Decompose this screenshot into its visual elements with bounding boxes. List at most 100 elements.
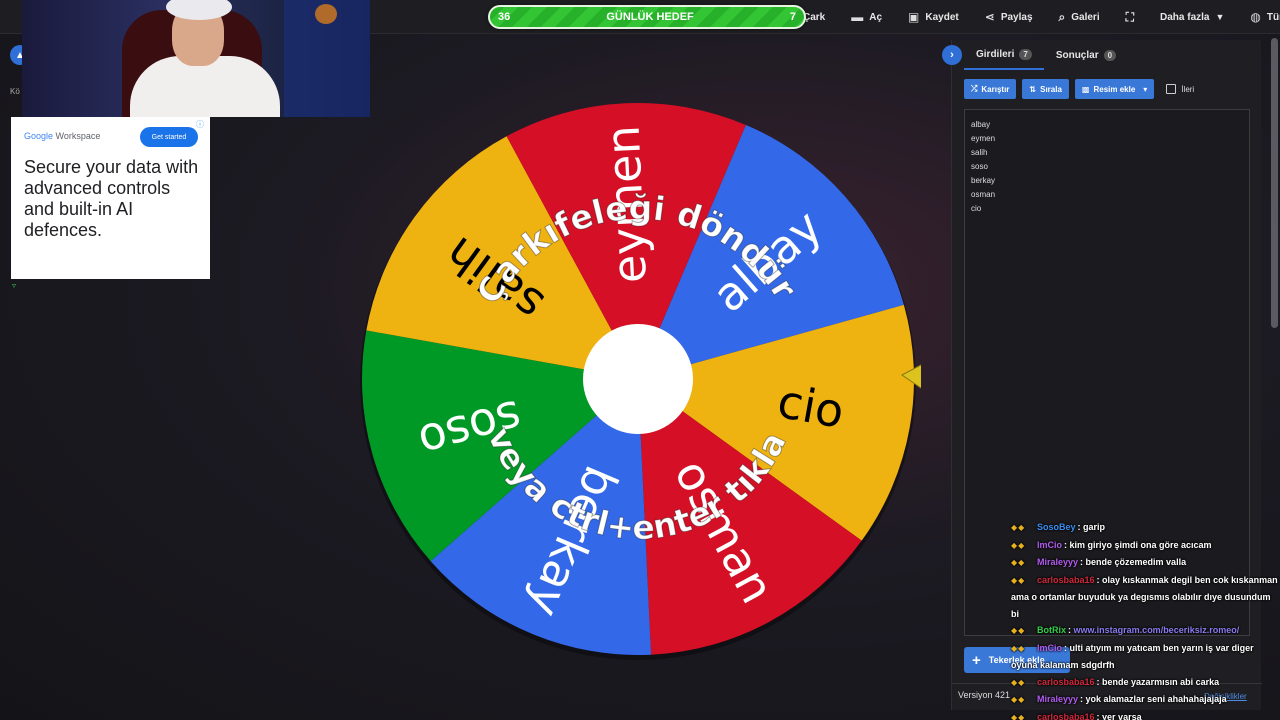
nav-label: Türkçe xyxy=(1266,11,1280,23)
advertisement[interactable]: ⓘ Google Workspace Get started Secure yo… xyxy=(11,117,210,279)
chat-username[interactable]: ImCio xyxy=(1037,540,1062,550)
nav-galeri-button[interactable]: ⌕ Galeri xyxy=(1046,0,1113,34)
chat-text: bende çözemedim valla xyxy=(1085,557,1187,567)
chat-message: ◆◆ BotRix: www.instagram.com/beceriksiz.r… xyxy=(1011,622,1280,640)
chevron-down-icon: ▾ xyxy=(1143,84,1148,94)
entry-line: soso xyxy=(971,162,988,171)
guitar-decoration xyxy=(315,4,337,24)
advanced-label: İleri xyxy=(1181,84,1195,94)
chat-badges-icon: ◆◆ xyxy=(1011,643,1026,653)
chat-badges-icon: ◆◆ xyxy=(1011,540,1026,550)
chat-badges-icon: ◆◆ xyxy=(1011,575,1026,585)
chat-message: ◆◆ carlosbaba16: yer varsa xyxy=(1011,709,1280,720)
chat-message: ◆◆ carlosbaba16: bende yazarmısın abi car… xyxy=(1011,674,1280,692)
add-image-label: Resim ekle xyxy=(1093,84,1136,94)
stream-chat-overlay: ◆◆ SosoBey: garip ◆◆ ImCio: kim giriyo şimd… xyxy=(1011,519,1280,720)
nav-fullscreen-button[interactable]: ⛶ xyxy=(1113,0,1147,34)
chat-username[interactable]: ImCio xyxy=(1037,643,1062,653)
ad-info-icon[interactable]: ⓘ xyxy=(196,119,204,130)
fullscreen-icon: ⛶ xyxy=(1125,9,1135,24)
sort-icon: ⇅ xyxy=(1029,84,1037,94)
chat-text: yer varsa xyxy=(1102,711,1142,720)
nav-label: Çark xyxy=(803,11,826,23)
ad-brand-product: Workspace xyxy=(55,131,101,141)
plus-icon: + xyxy=(972,651,981,669)
tab-entries[interactable]: Girdileri 7 xyxy=(964,40,1044,70)
nav-daha-fazla-button[interactable]: Daha fazla ▼ xyxy=(1147,0,1237,34)
goal-label: GÜNLÜK HEDEF xyxy=(606,11,694,23)
search-icon: ⌕ xyxy=(1058,9,1066,24)
left-fragment: Kö xyxy=(10,87,20,96)
shuffle-label: Karıştır xyxy=(981,84,1010,94)
chat-message: ◆◆ ImCio: kim giriyo şimdi ona göre acıca… xyxy=(1011,537,1280,555)
goal-current: 36 xyxy=(498,11,511,23)
chat-link[interactable]: www.instagram.com/beceriksiz.romeo/ xyxy=(1074,625,1240,635)
nav-label: Daha fazla xyxy=(1160,11,1210,23)
advanced-checkbox[interactable]: İleri xyxy=(1166,84,1194,94)
tab-results-label: Sonuçlar xyxy=(1055,49,1099,61)
shuffle-icon: ⤮ xyxy=(971,84,978,93)
ad-brand: Google Workspace xyxy=(24,131,100,141)
wheel-label-cio: cio xyxy=(774,374,849,439)
chat-username[interactable]: Miraleyyy xyxy=(1037,694,1078,704)
tab-results-count: 0 xyxy=(1103,49,1117,61)
spin-wheel[interactable]: albay cio osman berkay soso salih eymen Çarkıfe… xyxy=(355,96,921,662)
nav-aç-button[interactable]: ▬ Aç xyxy=(838,0,895,34)
share-icon: ⋖ xyxy=(984,10,995,24)
nav-label: Paylaş xyxy=(1000,11,1033,23)
chat-text: garip xyxy=(1083,522,1106,532)
globe-icon: ◍ xyxy=(1250,10,1261,24)
nav-label: Aç xyxy=(869,11,883,23)
chat-text: yok alamazlar seni ahahahajajaja xyxy=(1085,694,1227,704)
ad-brand-google: Google xyxy=(24,131,54,141)
tab-entries-count: 7 xyxy=(1019,48,1032,60)
webcam-overlay xyxy=(22,0,370,117)
chat-username[interactable]: carlosbaba16 xyxy=(1037,712,1095,720)
nav-paylaş-button[interactable]: ⋖ Paylaş xyxy=(972,0,1046,34)
entry-line: eymen xyxy=(971,134,996,143)
goal-target: 7 xyxy=(789,11,796,23)
ad-headline: Secure your data with advanced controls … xyxy=(24,157,199,240)
chat-text: kim giriyo şimdi ona göre acıcam xyxy=(1069,539,1212,550)
sort-label: Sırala xyxy=(1040,84,1062,94)
entries-controls: ⤮ Karıştır ⇅ Sırala ▩ Resim ekle ▾ İleri xyxy=(964,79,1194,99)
chat-message: ◆◆ SosoBey: garip xyxy=(1011,519,1280,537)
nav-çark-button[interactable]: Çark xyxy=(803,0,838,34)
entry-line: salih xyxy=(971,148,988,157)
folder-icon: ▬ xyxy=(851,10,864,24)
chat-badges-icon: ◆◆ xyxy=(1011,558,1026,567)
shuffle-button[interactable]: ⤮ Karıştır xyxy=(964,79,1017,99)
version-label: Versiyon 421 xyxy=(958,690,1011,700)
chat-badges-icon: ◆◆ xyxy=(1011,626,1026,635)
chat-message: ◆◆ Miraleyyy: yok alamazlar seni ahahahaj… xyxy=(1011,691,1280,709)
sort-button[interactable]: ⇅ Sırala xyxy=(1022,79,1069,99)
wheel-svg[interactable]: albaycioosmanberkaysososalih eymenÇarkıfe… xyxy=(355,96,921,662)
nav-kaydet-button[interactable]: ▣ Kaydet xyxy=(895,0,972,34)
chat-badges-icon: ◆◆ xyxy=(1011,677,1026,687)
tab-entries-label: Girdileri xyxy=(976,48,1015,60)
nav-label: Kaydet xyxy=(925,11,959,23)
panel-tabs: Girdileri 7 Sonuçlar 0 xyxy=(952,40,1128,70)
chevron-down-icon: ▼ xyxy=(1215,12,1225,22)
add-image-button[interactable]: ▩ Resim ekle ▾ xyxy=(1074,79,1155,99)
chat-badges-icon: ◆◆ xyxy=(1011,695,1026,704)
chat-username[interactable]: BotRix xyxy=(1037,625,1066,635)
chat-username[interactable]: carlosbaba16 xyxy=(1037,575,1095,585)
chat-message: ◆◆ Miraleyyy: bende çözemedim valla xyxy=(1011,554,1280,572)
tab-results[interactable]: Sonuçlar 0 xyxy=(1044,40,1128,70)
chat-badges-icon: ◆◆ xyxy=(1011,712,1026,720)
save-icon: ▣ xyxy=(908,10,920,24)
chat-username[interactable]: Miraleyyy xyxy=(1037,557,1078,567)
ad-choices-icon[interactable]: ▿ xyxy=(12,281,16,290)
chat-username[interactable]: SosoBey xyxy=(1037,522,1076,532)
daily-goal-bar: 36 GÜNLÜK HEDEF 7 xyxy=(488,5,806,29)
nav-türkçe-button[interactable]: ◍ Türkçe xyxy=(1237,0,1280,34)
wheel-center-hub[interactable] xyxy=(583,324,693,434)
chat-username[interactable]: carlosbaba16 xyxy=(1037,677,1095,687)
ad-cta-button[interactable]: Get started xyxy=(140,127,198,147)
main-nav: Çark ▬ Aç ▣ Kaydet ⋖ Paylaş ⌕ Galeri ⛶ Daha fazla ▼… xyxy=(803,0,1280,34)
page-scrollbar[interactable] xyxy=(1271,38,1278,328)
checkbox-box[interactable] xyxy=(1166,84,1177,94)
entry-line: albay xyxy=(971,120,991,129)
entry-line: cio xyxy=(971,204,982,213)
